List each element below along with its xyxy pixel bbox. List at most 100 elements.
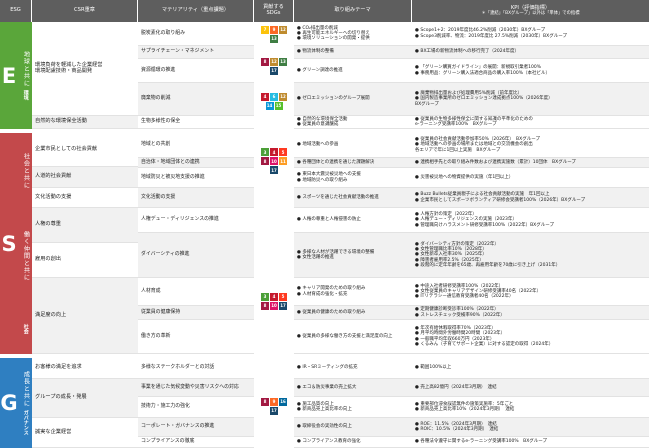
kpi-cell: ● 連携相手先との取り組み件数および連携実施数（累計）10団体 BXグループ [412, 158, 649, 168]
header-kpi: KPI（評価指標） ＊「連結」「BXグループ」以外は「単体」での指標 [412, 0, 649, 22]
materiality-item: 地域防災と被災地支援の推進 [138, 168, 254, 188]
cell-line: ● 範囲100%以上 [415, 365, 452, 371]
section-s-title-2: 働く仲間と共に [22, 231, 30, 282]
sdg-icon-group: 7 9 12 13 [256, 24, 292, 44]
header-csr: CSR重章 [32, 0, 138, 22]
theme-cell: ● 自然的な環境保全活動 ● 従業員の意識醸成 [294, 116, 412, 129]
sdg-goal-12-icon: 12 [279, 92, 287, 101]
csr-item: 環境負荷を軽減した企業経営 環境配慮技術・商品開発 [32, 22, 138, 116]
cell-line: ● 従業員の健康のための取り組み [297, 309, 366, 315]
sdg-goal-13-icon: 13 [279, 57, 287, 66]
theme-cell: ● 東日本大震災被災地への支援 ● 地域防災への取り組み [294, 168, 412, 188]
csr-item: 雇用の創出 [32, 243, 138, 278]
kpi-cell: ● 範囲100%以上 [412, 358, 649, 379]
kpi-cell: ● 「グリーン購買ガイドライン」の展開：新規取引業者100% ● 事務用品：グリー… [412, 59, 649, 83]
header-esg: ESG [0, 0, 32, 22]
theme-cell: ● 施工品質の向上 ● 新商品売上高比率の向上 [294, 397, 412, 418]
cell-line: ● 環境ソリューションの開発・提供 [297, 36, 370, 42]
sdg-goal-17-icon: 17 [270, 66, 278, 75]
cell-line: ● 各種法令遵守に関するe-ラーニング受講率100% BXグループ [415, 439, 548, 445]
cell-line: ● 従業員の意識醸成 [297, 122, 339, 127]
section-g-sub: ガバナンス [22, 410, 29, 435]
materiality-item: コーポレート・ガバナンスの推進 [138, 418, 254, 437]
sdg-goal-17-icon: 17 [270, 166, 278, 174]
cell-line: ● グリーン調達の推進 [297, 67, 343, 73]
kpi-cell: ● 各種法令遵守に関するe-ラーニング受講率100% BXグループ [412, 437, 649, 448]
kpi-cell: ● Scope1+2：2019年度比46.2%削減（2030年）BXグループ ● … [412, 22, 649, 46]
sdg-goal-11-icon: 11 [279, 157, 287, 165]
cell-line: ● ITリテラシー通信教育受講者40名（2022年） [415, 294, 514, 300]
section-e-title: 地球と共に [22, 51, 30, 87]
kpi-cell: ● 災害被災地への物資提供の実施（年1回以上） [412, 168, 649, 188]
header-kpi-note: ＊「連結」「BXグループ」以外は「単体」での指標 [481, 10, 580, 16]
sdg-icon-group: 8 12 13 17 [256, 56, 292, 76]
cell-line: ● ストレスチェック受検率90%（2022年） [415, 312, 505, 318]
section-s-label: 社会と共に 働く仲間と共に 社会 [18, 133, 32, 354]
sdg-icon-group: 4 6 12 14 15 [256, 86, 292, 116]
sdg-goal-8-icon: 8 [261, 157, 269, 165]
section-g-label: 成長と共に ガバナンス [18, 358, 32, 448]
materiality-item: 多様なステークホルダーとの対話 [138, 358, 254, 379]
theme-cell: ● エコ＆防災事業の売上拡大 [294, 379, 412, 397]
sdg-goal-8-icon: 8 [261, 57, 269, 66]
kpi-cell: ● 人権方針の策定（2022年） ● 人権デュー・ディリジェンスの実施（2023年… [412, 208, 649, 233]
csr-item: 誠実な企業経営 [32, 418, 138, 448]
materiality-item: 働き方の革新 [138, 320, 254, 354]
esg-table: ESG CSR重章 マテリアリティ（重点課題） 貢献する SDGs 取り組みテー… [0, 0, 649, 448]
esg-letter-s: S [0, 133, 18, 354]
theme-cell: ● IR・SRミーティングの拡充 [294, 358, 412, 379]
sdg-goal-7-icon: 7 [261, 25, 269, 34]
cell-line: ● 管理職向けハラスメント研修受講率100%（2022年）BXグループ [415, 222, 554, 228]
cell-line: ● ROIC：10.5%（2024年3月期） 連結 [415, 427, 499, 432]
sdg-goal-13-icon: 13 [270, 34, 278, 43]
materiality-item: 従業員の健康保持 [138, 306, 254, 320]
header-theme: 取り組みテーマ [294, 0, 412, 22]
theme-cell: ● コンプライアンス教育の強化 [294, 437, 412, 448]
sdg-goal-10-icon: 10 [270, 157, 278, 165]
csr-item: グループの成長・発展 [32, 379, 138, 418]
cell-line: ● くるみん（子育てサポート企業）に対する認定の取得（2024年） [415, 341, 554, 347]
section-s-sub: 社会 [22, 324, 29, 335]
theme-cell: ● 人権の尊重と人権侵害の防止 [294, 208, 412, 233]
cell-line: ● 地域防災への取り組み [297, 177, 348, 183]
theme-cell: ● ゼロエミッションのグループ展開 [294, 83, 412, 116]
cell-line: ● 売上高82億円（2024年3月期） 連結 [415, 384, 497, 390]
csr-item: 人権の尊重 [32, 208, 138, 243]
csr-item: 満足度の向上 [32, 278, 138, 354]
materiality-item: 事業を通じた気候変動や災害リスクへの対応 [138, 379, 254, 397]
sdg-icon-group: 3 4 5 8 10 17 [256, 262, 292, 340]
materiality-item: 文化活動の支援 [138, 188, 254, 208]
cell-line: ● 取締役会の実効性の向上 [297, 424, 352, 430]
kpi-cell: ● 重要部位浸食誤認無件の施策実施率：5年ごと ● 新商品売上高比率10%（202… [412, 397, 649, 418]
kpi-cell: ● 売上高82億円（2024年3月期） 連結 [412, 379, 649, 397]
sdg-goal-12-icon: 12 [270, 57, 278, 66]
cell-line: ● 災害被災地への物資提供の実施（年1回以上） [415, 174, 514, 180]
section-g-title: 成長と共に [22, 371, 30, 407]
csr-item: 自然的な環境保全活動 [32, 116, 138, 129]
sdg-goal-5-icon: 5 [279, 292, 287, 301]
sdg-goal-4-icon: 4 [261, 92, 269, 101]
cell-line: ● ゼロエミッションのグループ展開 [297, 96, 370, 102]
cell-line: ● 女性活躍の推進 [297, 255, 334, 260]
cell-line: ● 各種団体との連携を通じた課題解決 [297, 159, 375, 165]
sdg-goal-10-icon: 10 [270, 301, 278, 310]
sdg-icon-group: 3 4 5 8 10 11 17 [256, 137, 292, 185]
materiality-item: 人材育成 [138, 278, 254, 306]
kpi-cell: ● Buzz Bullets従業員親子による社会貢献活動の実施 年1回以上 ● 企… [412, 188, 649, 208]
esg-letter-e: E [0, 22, 18, 129]
kpi-cell: ● 廃棄物排出量および処理費用5%削減（前年度比） ● 国内製造事業所のゼロエミッ… [412, 83, 649, 116]
sdg-goal-8-icon: 8 [261, 397, 269, 406]
theme-cell: ● 物流体制の整備 [294, 46, 412, 59]
csr-item: お客様の満足を追求 [32, 358, 138, 379]
theme-cell: ● 多様な人材が活躍できる環境の整備 ● 女性活躍の推進 [294, 233, 412, 278]
sdg-goal-6-icon: 6 [270, 92, 278, 101]
materiality-item: 技術力・施工力の強化 [138, 397, 254, 418]
section-s-title-1: 社会と共に [22, 152, 30, 189]
sdg-goal-3-icon: 3 [261, 292, 269, 301]
cell-line: ● 連携相手先との取り組み件数および連携実施数（累計）10団体 BXグループ [415, 159, 576, 165]
theme-cell: ● グリーン調達の推進 [294, 59, 412, 83]
theme-cell: ● CO₂排出量の削減 ● 再生可能エネルギーへの切り替え ● 環境ソリューションの… [294, 22, 412, 46]
cell-line: ● 物流体制の整備 [297, 49, 334, 55]
cell-line: ● BX工場の新物流体制への移行完了（2024年度） [415, 49, 519, 55]
theme-cell: ● 従業員の多様な働き方の支援と満足度の向上 [294, 320, 412, 354]
